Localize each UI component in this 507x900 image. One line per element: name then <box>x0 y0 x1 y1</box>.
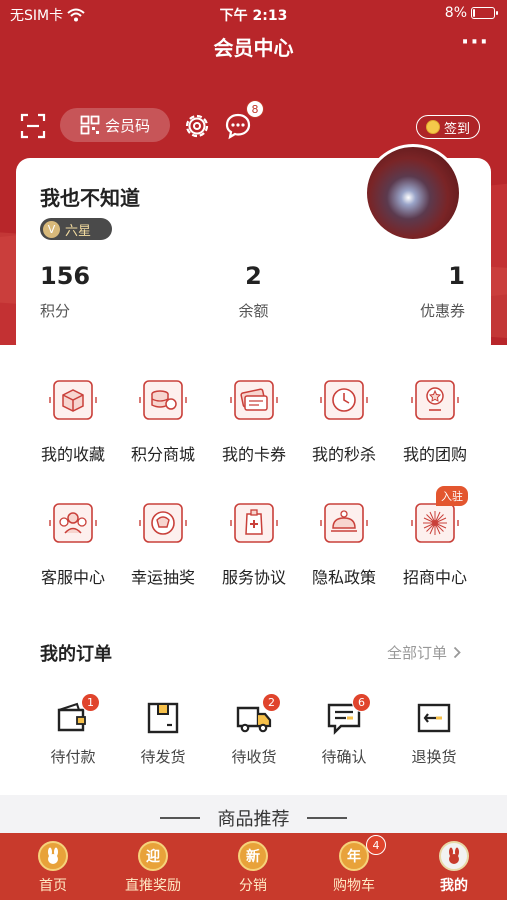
grid-item-lucky-draw[interactable]: 幸运抽奖 <box>118 498 208 608</box>
battery-percent: 8% <box>444 5 467 21</box>
stat-value: 1 <box>448 262 465 290</box>
grid-item-service-agreement[interactable]: 服务协议 <box>209 498 299 608</box>
order-label: 待收货 <box>231 748 277 766</box>
tab-bar: 首页 迎 直推奖励 新 分销 年 4 购物车 我的 <box>0 833 507 900</box>
tab-cart[interactable]: 年 4 购物车 <box>304 835 404 895</box>
home-rabbit-icon <box>38 841 68 871</box>
grid-label: 积分商城 <box>130 445 195 464</box>
qr-code-icon <box>80 115 100 135</box>
settings-icon[interactable] <box>183 112 211 140</box>
battery-icon <box>471 7 498 19</box>
grid-label: 我的收藏 <box>40 445 105 464</box>
tab-direct-reward[interactable]: 迎 直推奖励 <box>103 841 203 895</box>
tab-label: 分销 <box>239 878 267 894</box>
privacy-policy-icon <box>320 503 368 543</box>
package-icon <box>147 702 179 734</box>
stat-coupons[interactable]: 1 优惠券 <box>420 262 465 321</box>
order-badge: 1 <box>81 693 100 712</box>
cart-badge: 4 <box>366 835 386 855</box>
recommend-section: 商品推荐 <box>0 795 507 835</box>
order-label: 待确认 <box>321 748 367 766</box>
divider <box>307 817 347 819</box>
grid-label: 服务协议 <box>221 568 286 587</box>
tab-label: 首页 <box>39 878 67 894</box>
grid-label: 招商中心 <box>402 568 467 587</box>
order-badge: 2 <box>262 693 281 712</box>
tab-home[interactable]: 首页 <box>3 841 103 895</box>
battery: 8% <box>444 5 498 21</box>
signin-label: 签到 <box>443 121 470 137</box>
grid-item-customer-service[interactable]: 客服中心 <box>28 498 118 608</box>
grid-item-favorites[interactable]: 我的收藏 <box>28 375 118 485</box>
favorites-box-icon <box>49 380 97 420</box>
grid-label: 幸运抽奖 <box>130 568 195 587</box>
coin-icon <box>425 120 440 134</box>
distribution-icon: 新 <box>238 841 268 871</box>
customer-service-icon <box>49 503 97 543</box>
stat-label: 优惠券 <box>419 302 465 320</box>
grid-item-flash-sale[interactable]: 我的秒杀 <box>299 375 389 485</box>
flash-sale-clock-icon <box>320 380 368 420</box>
join-tag: 入驻 <box>436 486 468 506</box>
message-badge: 8 <box>246 100 264 118</box>
signin-button[interactable]: 签到 <box>416 115 480 139</box>
lucky-draw-icon <box>139 503 187 543</box>
grid-label: 我的秒杀 <box>311 445 376 464</box>
more-icon[interactable]: ··· <box>461 30 489 55</box>
message-icon[interactable] <box>224 112 252 140</box>
grid-item-privacy-policy[interactable]: 隐私政策 <box>299 498 389 608</box>
feature-row: 客服中心 幸运抽奖 服务协议 隐私政策 入驻 招商中心 <box>0 486 507 608</box>
toolbar: 会员码 8 签到 <box>0 100 507 144</box>
scan-icon[interactable] <box>20 113 46 139</box>
tab-label: 直推奖励 <box>125 878 181 894</box>
grid-label: 我的卡券 <box>221 445 286 464</box>
username: 我也不知道 <box>40 186 140 210</box>
profile-rabbit-icon <box>439 841 469 871</box>
avatar[interactable] <box>364 144 462 242</box>
member-code-button[interactable]: 会员码 <box>60 108 170 142</box>
status-bar: 无SIM卡 下午 2:13 8% <box>0 0 507 28</box>
grid-label: 隐私政策 <box>311 568 376 587</box>
order-badge: 6 <box>352 693 371 712</box>
profile-card: 我也不知道 V 六星 156 积分 2 余额 1 优惠券 <box>16 144 491 358</box>
feature-row: 我的收藏 积分商城 我的卡券 我的秒杀 我的团购 <box>0 375 507 485</box>
reward-icon: 迎 <box>138 841 168 871</box>
tab-label: 购物车 <box>333 878 375 894</box>
member-code-label: 会员码 <box>104 116 150 135</box>
coupon-icon <box>230 380 278 420</box>
grid-label: 我的团购 <box>402 445 467 464</box>
order-label: 待发货 <box>140 748 186 766</box>
orders-title: 我的订单 <box>40 644 112 665</box>
tab-distribution[interactable]: 新 分销 <box>203 841 303 895</box>
service-agreement-icon <box>230 503 278 543</box>
level-label: 六星 <box>65 223 92 239</box>
points-mall-icon <box>139 380 187 420</box>
tab-label: 我的 <box>440 878 468 894</box>
cart-icon: 年 <box>339 841 369 871</box>
page-title: 会员中心 <box>213 36 294 60</box>
status-time: 下午 2:13 <box>219 8 288 24</box>
grid-item-group-buy[interactable]: 我的团购 <box>390 375 480 485</box>
grid-label: 客服中心 <box>40 568 105 587</box>
chevron-right-icon <box>453 646 461 659</box>
order-label: 退换货 <box>411 748 457 766</box>
all-orders-label: 全部订单 <box>386 644 447 662</box>
recommend-title: 商品推荐 <box>217 809 290 830</box>
grid-item-merchant-center[interactable]: 入驻 招商中心 <box>390 486 480 608</box>
all-orders-link[interactable]: 全部订单 <box>387 642 461 663</box>
level-badge: V 六星 <box>40 218 112 240</box>
level-v-icon: V <box>43 220 60 238</box>
group-buy-icon <box>411 380 459 420</box>
grid-item-coupons[interactable]: 我的卡券 <box>209 375 299 485</box>
grid-item-points-mall[interactable]: 积分商城 <box>118 375 208 485</box>
order-label: 待付款 <box>50 748 96 766</box>
return-icon <box>417 703 451 733</box>
tab-mine[interactable]: 我的 <box>404 841 504 895</box>
battery-fill <box>473 9 475 17</box>
